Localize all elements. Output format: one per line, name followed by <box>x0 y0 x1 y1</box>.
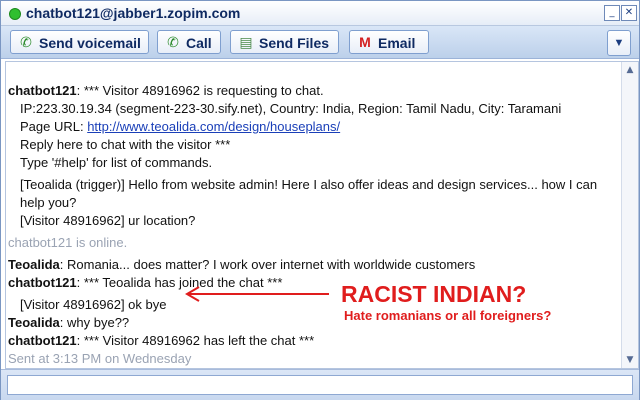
send-files-button[interactable]: ▤ Send Files <box>230 30 339 54</box>
sent-timestamp: Sent at 3:13 PM on Wednesday <box>8 351 192 366</box>
call-button[interactable]: ✆ Call <box>157 30 221 54</box>
message-text: : Romania... does matter? I work over in… <box>59 257 476 272</box>
message-sender: chatbot121 <box>8 275 77 290</box>
file-icon: ▤ <box>239 34 253 50</box>
message-line: Teoalida: Romania... does matter? I work… <box>8 256 620 274</box>
annotation-title: RACIST INDIAN? <box>341 281 527 307</box>
message-text: : why bye?? <box>59 315 130 330</box>
message-text: [Visitor 48916962] ur location? <box>20 213 196 228</box>
send-voicemail-label: Send voicemail <box>39 35 141 51</box>
scroll-down-icon[interactable]: ▼ <box>623 353 637 367</box>
send-voicemail-button[interactable]: ✆ Send voicemail <box>10 30 149 54</box>
scroll-up-icon[interactable]: ▲ <box>623 63 637 77</box>
chat-scrollbar[interactable]: ▲ ▼ <box>621 62 638 368</box>
more-options-dropdown[interactable]: ▼ <box>607 30 631 56</box>
annotation-subtitle: Hate romanians or all foreigners? <box>344 308 552 323</box>
window-title: chatbot121@jabber1.zopim.com <box>26 5 241 21</box>
message-input[interactable] <box>7 375 633 395</box>
email-button[interactable]: M Email <box>349 30 429 54</box>
close-button[interactable]: ✕ <box>621 5 637 21</box>
message-list: chatbot121: *** Visitor 48916962 is requ… <box>8 82 620 368</box>
page-url-line: Page URL: http://www.teoalida.com/design… <box>8 118 620 136</box>
annotation-arrow-icon <box>185 286 329 302</box>
email-label: Email <box>378 35 416 51</box>
input-bar <box>1 369 639 400</box>
message-line: chatbot121: *** Visitor 48916962 has lef… <box>8 332 620 350</box>
system-text: Type '#help' for list of commands. <box>20 155 213 170</box>
visitor-ip-info: IP:223.30.19.34 (segment-223-30.sify.net… <box>20 101 562 116</box>
message-sender: chatbot121 <box>8 333 77 348</box>
status-text: chatbot121 is online. <box>8 235 128 250</box>
page-url-link[interactable]: http://www.teoalida.com/design/houseplan… <box>87 119 340 134</box>
message-text: [Teoalida (trigger)] Hello from website … <box>20 177 598 192</box>
message-line: chatbot121: *** Visitor 48916962 is requ… <box>8 82 620 100</box>
chat-window: chatbot121@jabber1.zopim.com _ ✕ ✆ Send … <box>0 0 640 400</box>
page-url-label: Page URL: <box>20 119 88 134</box>
call-label: Call <box>186 35 212 51</box>
message-text: : *** Visitor 48916962 has left the chat… <box>76 333 315 348</box>
message-text: help you? <box>20 195 77 210</box>
message-sender: Teoalida <box>8 315 60 330</box>
phone-icon: ✆ <box>20 34 32 50</box>
system-text: Reply here to chat with the visitor *** <box>20 137 231 152</box>
message-sender: Teoalida <box>8 257 60 272</box>
minimize-button[interactable]: _ <box>604 5 620 21</box>
title-bar: chatbot121@jabber1.zopim.com _ ✕ <box>1 1 639 26</box>
message-text: : *** Visitor 48916962 is requesting to … <box>76 83 324 98</box>
send-files-label: Send Files <box>259 35 330 51</box>
online-status-icon <box>9 8 21 20</box>
gmail-icon: M <box>359 34 371 50</box>
message-sender: chatbot121 <box>8 83 77 98</box>
chevron-down-icon: ▼ <box>613 37 625 49</box>
toolbar: ✆ Send voicemail ✆ Call ▤ Send Files M E… <box>1 26 639 59</box>
phone-icon: ✆ <box>167 34 179 50</box>
